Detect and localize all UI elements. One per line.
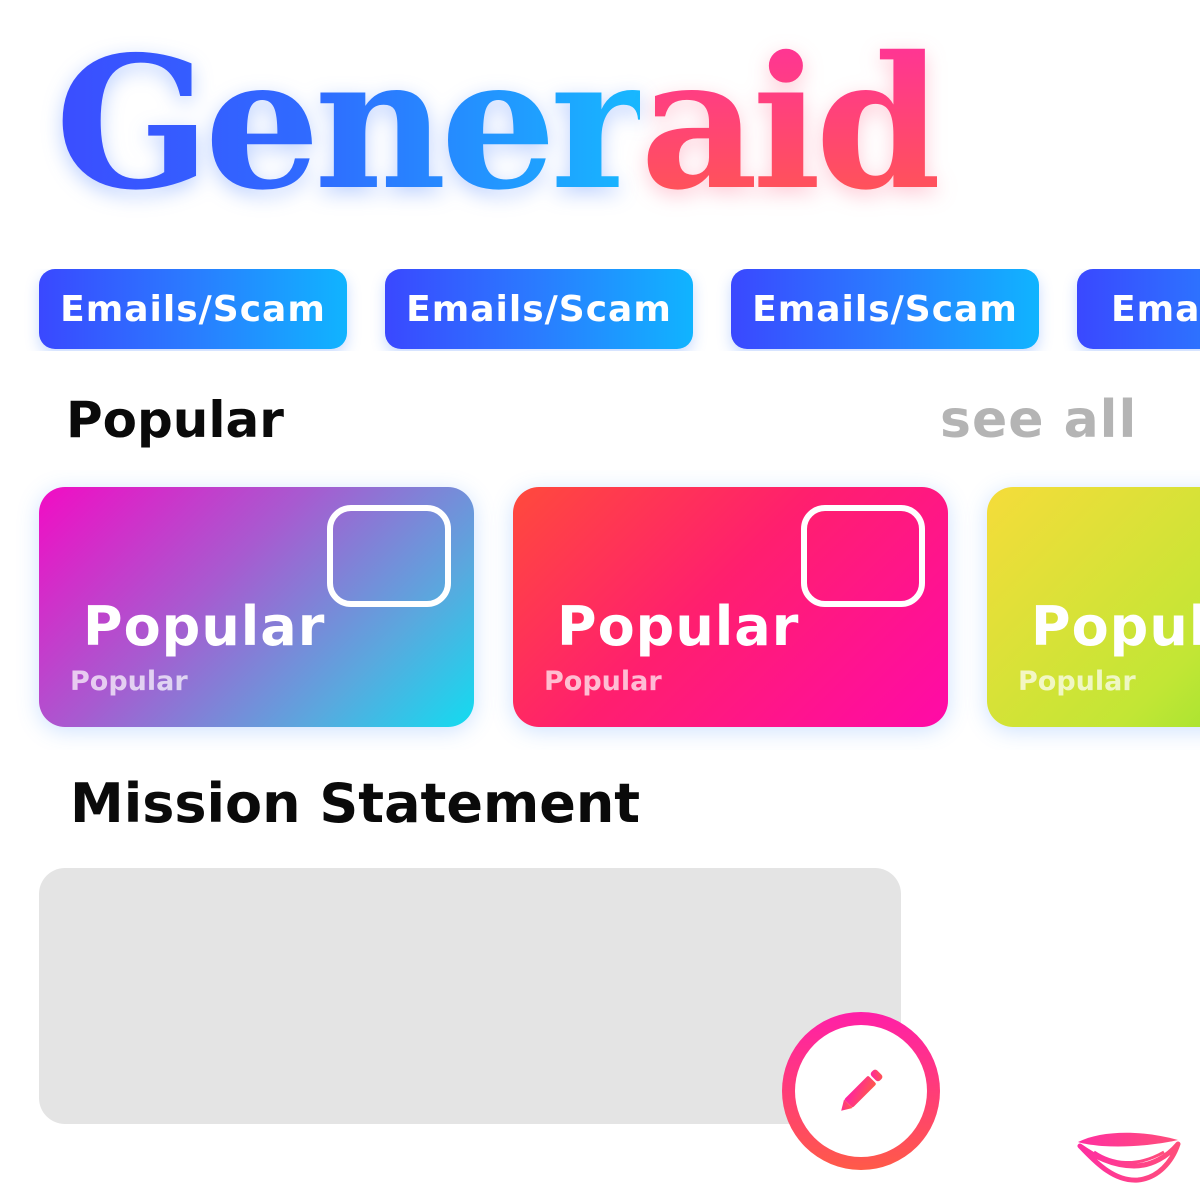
popular-section-title: Popular — [66, 391, 284, 449]
popular-card[interactable]: Popula Popular — [987, 487, 1200, 727]
category-chip[interactable]: Emails/Scam — [385, 269, 693, 349]
popular-card-subtitle: Popular — [70, 666, 188, 697]
pencil-icon — [841, 1069, 883, 1111]
popular-card-row: Popular Popular Popular Popular Popula P… — [0, 470, 1200, 750]
edit-fab-button[interactable] — [782, 1012, 940, 1170]
category-chip[interactable]: Emails/Scam — [731, 269, 1039, 349]
see-all-link[interactable]: see all — [940, 388, 1137, 452]
logo-text-aid: aid — [640, 16, 942, 230]
popular-card-subtitle: Popular — [544, 666, 662, 697]
popular-card-subtitle: Popular — [1018, 666, 1136, 697]
mission-statement-box[interactable] — [39, 868, 901, 1124]
popular-card-title: Popula — [1031, 595, 1200, 658]
category-chip-label: Emai — [1111, 288, 1200, 330]
square-outline-icon — [801, 505, 925, 607]
square-outline-icon — [327, 505, 451, 607]
fab-inner-circle — [795, 1025, 927, 1157]
category-chip-label: Emails/Scam — [752, 288, 1018, 330]
logo-text-gener: Gener — [55, 16, 646, 230]
category-chip-label: Emails/Scam — [406, 288, 672, 330]
mission-statement-title: Mission Statement — [70, 772, 641, 835]
lips-logo-icon — [1077, 1132, 1181, 1183]
category-chip[interactable]: Emails/Scam — [39, 269, 347, 349]
category-chip-row: Emails/Scam Emails/Scam Emails/Scam Emai — [0, 269, 1200, 351]
popular-card[interactable]: Popular Popular — [39, 487, 474, 727]
app-logo: Generaid — [55, 8, 943, 238]
popular-card-title: Popular — [557, 595, 800, 658]
category-chip[interactable]: Emai — [1077, 269, 1200, 349]
popular-card[interactable]: Popular Popular — [513, 487, 948, 727]
category-chip-label: Emails/Scam — [60, 288, 326, 330]
popular-card-title: Popular — [83, 595, 326, 658]
